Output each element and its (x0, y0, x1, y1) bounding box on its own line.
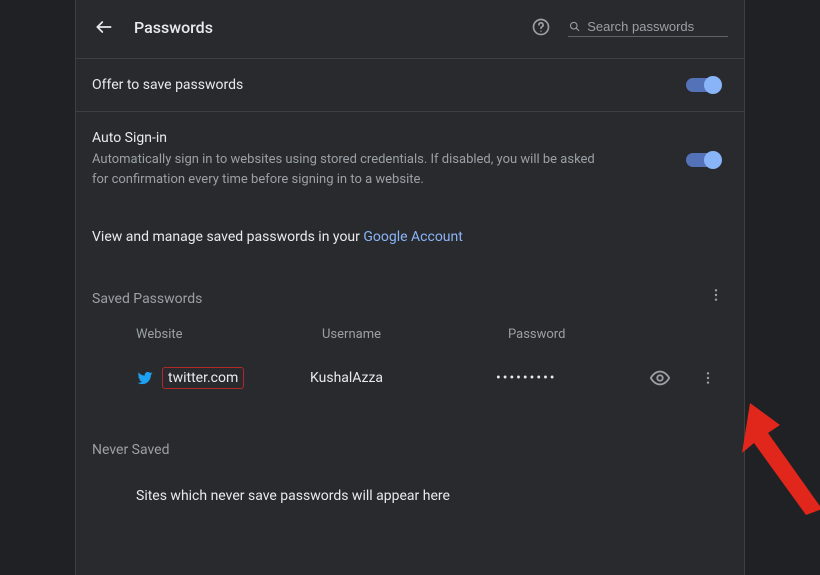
search-icon (568, 19, 581, 34)
username-value: KushalAzza (310, 370, 496, 386)
google-account-link[interactable]: Google Account (363, 229, 462, 245)
auto-signin-desc: Automatically sign in to websites using … (92, 150, 612, 189)
col-username: Username (322, 327, 508, 342)
offer-save-label: Offer to save passwords (92, 77, 686, 93)
table-header: Website Username Password (92, 307, 728, 354)
search-field-wrap[interactable] (568, 17, 728, 37)
col-password: Password (508, 327, 728, 342)
view-manage-prefix: View and manage saved passwords in your (92, 229, 363, 245)
header: Passwords (76, 0, 744, 58)
page-title: Passwords (134, 18, 213, 37)
view-manage-text: View and manage saved passwords in your … (76, 207, 744, 255)
table-row: twitter.com KushalAzza ••••••••• (92, 354, 728, 402)
twitter-icon (136, 369, 154, 387)
search-input[interactable] (587, 19, 728, 34)
password-masked: ••••••••• (496, 370, 648, 386)
offer-save-toggle[interactable] (686, 78, 720, 92)
back-button[interactable] (92, 15, 116, 39)
site-name[interactable]: twitter.com (162, 367, 244, 389)
never-saved-heading: Never Saved (92, 442, 728, 458)
show-password-button[interactable] (648, 366, 672, 390)
auto-signin-row: Auto Sign-in Automatically sign in to we… (92, 112, 728, 207)
saved-overflow-menu[interactable] (704, 283, 728, 307)
never-saved-empty: Sites which never save passwords will ap… (92, 458, 728, 504)
help-icon[interactable] (530, 16, 552, 38)
saved-passwords-heading: Saved Passwords (92, 291, 728, 307)
row-overflow-menu[interactable] (696, 366, 720, 390)
offer-save-row: Offer to save passwords (92, 59, 728, 111)
auto-signin-label: Auto Sign-in (92, 130, 686, 146)
auto-signin-toggle[interactable] (686, 153, 720, 167)
col-website: Website (136, 327, 322, 342)
